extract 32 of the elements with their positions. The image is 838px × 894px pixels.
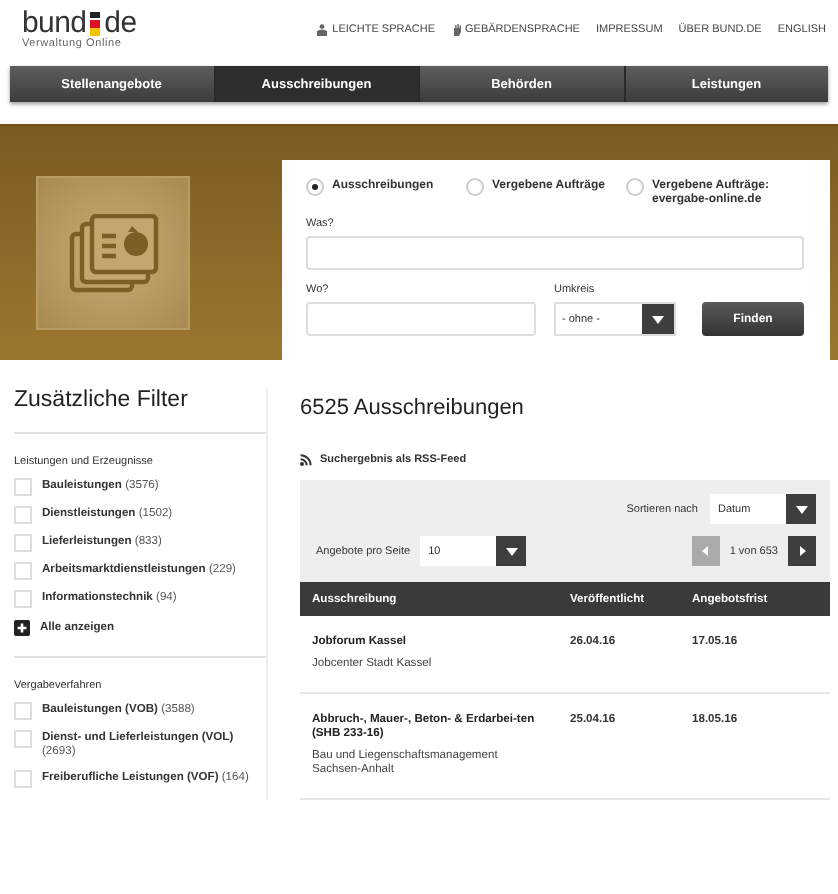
dropdown-button[interactable] xyxy=(786,494,816,524)
radio-icon[interactable] xyxy=(306,178,324,196)
what-field[interactable] xyxy=(306,236,804,270)
checkbox[interactable] xyxy=(14,730,32,748)
caret-icon xyxy=(652,315,664,323)
hand-icon xyxy=(451,24,461,36)
logo-text: bund xyxy=(22,10,87,38)
checkbox[interactable] xyxy=(14,590,32,608)
caret-icon xyxy=(505,547,518,555)
logo-text: de xyxy=(104,10,137,38)
checkbox[interactable] xyxy=(14,562,32,580)
plus-icon xyxy=(14,620,30,636)
person-icon xyxy=(316,24,329,36)
checkbox[interactable] xyxy=(14,534,32,552)
left-icon xyxy=(702,546,709,556)
flag-icon xyxy=(90,12,101,36)
where-field[interactable] xyxy=(306,302,536,336)
results-title: 6525 Ausschreibungen xyxy=(300,396,526,420)
checkbox[interactable] xyxy=(14,506,32,524)
caret-icon xyxy=(795,505,807,513)
checkbox[interactable] xyxy=(14,770,32,788)
dropdown-button[interactable] xyxy=(642,304,674,334)
next-page-button[interactable] xyxy=(788,536,816,566)
sidebar-title: Zusätzliche Filter xyxy=(14,388,190,412)
dropdown-button[interactable] xyxy=(496,536,527,566)
rss-icon xyxy=(300,454,312,466)
checkbox[interactable] xyxy=(14,702,32,720)
radio-icon[interactable] xyxy=(626,178,644,196)
presentation-icon xyxy=(36,176,190,330)
radio-icon[interactable] xyxy=(466,178,484,196)
checkbox[interactable] xyxy=(14,478,32,496)
right-icon xyxy=(799,546,805,556)
